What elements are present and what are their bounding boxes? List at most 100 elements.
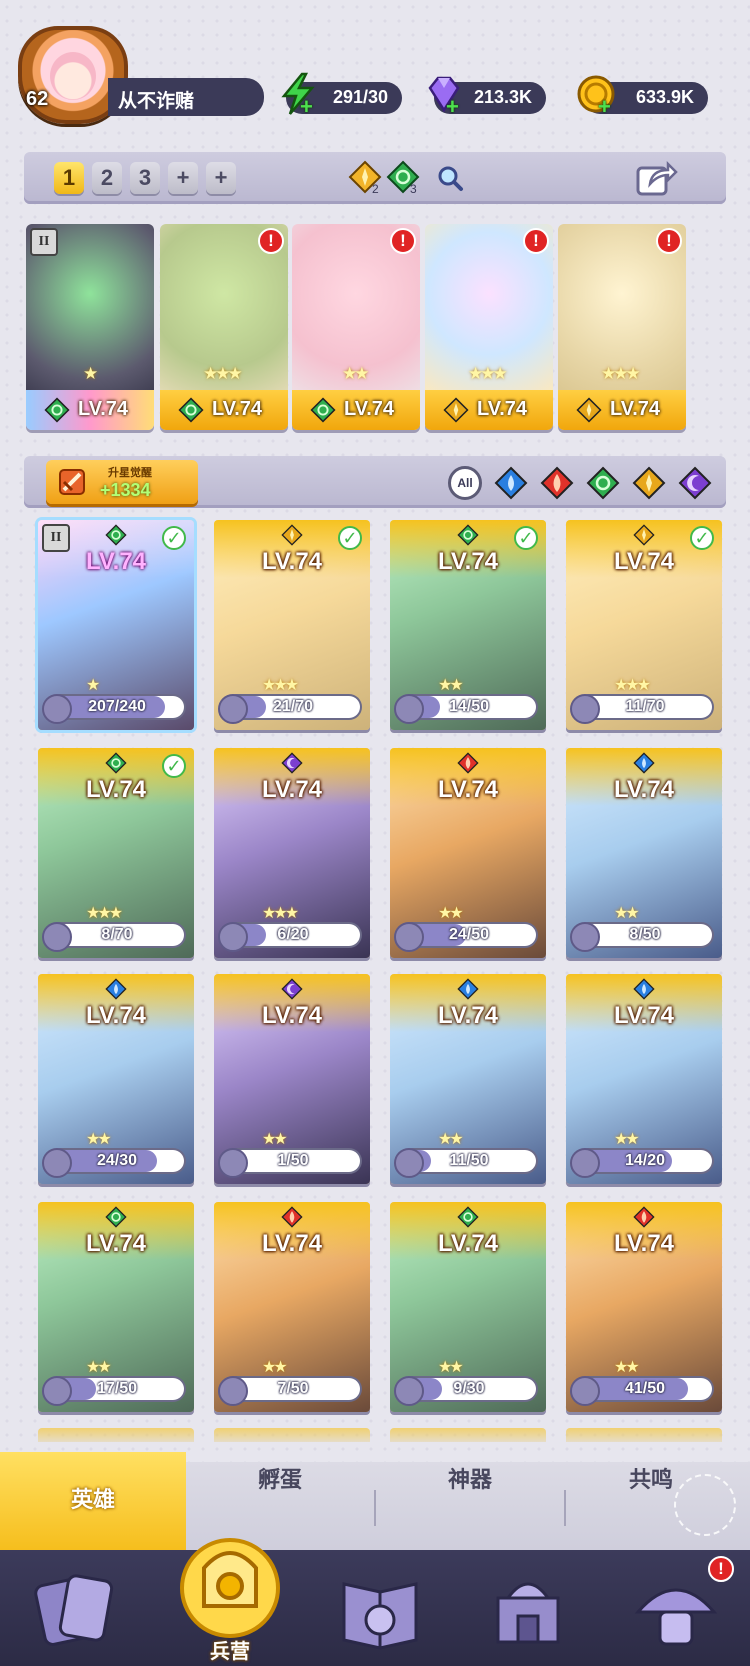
filter-all[interactable]: All: [448, 466, 482, 500]
nav-shrine[interactable]: [478, 1564, 578, 1656]
lineup-footer: LV.74: [425, 390, 553, 430]
lineup-stars: ★★: [342, 364, 370, 384]
lineup-stars: ★★★: [203, 364, 243, 384]
gem-value: 213.3K: [473, 87, 532, 107]
filter-fire-element-icon: [540, 466, 574, 500]
energy-value: 291/30: [332, 87, 388, 107]
hero-card[interactable]: LV.74 ★★ 11/50: [390, 974, 546, 1184]
hero-card[interactable]: LV.74 ★ 207/240 ✓ II: [38, 520, 194, 730]
shrine-icon: [496, 1582, 560, 1644]
shard-icon: [218, 1148, 248, 1178]
team-tab-add-2[interactable]: +: [206, 162, 236, 194]
ready-check-icon: ✓: [162, 526, 186, 550]
hero-level: LV.74: [261, 548, 323, 575]
hero-card[interactable]: LV.74 ★★ 14/20: [566, 974, 722, 1184]
nav-map[interactable]: [330, 1564, 430, 1656]
barracks-icon: [180, 1538, 280, 1638]
nav-barracks[interactable]: 兵营: [170, 1528, 290, 1666]
filter-fire[interactable]: [540, 466, 574, 500]
tab-heroes[interactable]: 英雄: [0, 1452, 186, 1550]
filter-light-element-icon: [632, 466, 666, 500]
nav-cards[interactable]: [26, 1564, 126, 1656]
lineup-slot-jade-knight[interactable]: LV.74 ★★★!: [160, 224, 288, 430]
lineup-slot-angel-spirit[interactable]: LV.74 ★★★!: [425, 224, 553, 430]
nav-mushroom-house[interactable]: !: [626, 1556, 734, 1656]
shard-icon: [218, 694, 248, 724]
hero-stars: ★★★: [614, 675, 651, 694]
shard-icon: [394, 1376, 424, 1406]
add-gold-icon[interactable]: +: [598, 96, 616, 118]
hero-card[interactable]: LV.74 ★★ 8/50: [566, 748, 722, 958]
team-tab-1[interactable]: 1: [54, 162, 84, 194]
card-nature-element-icon: [105, 524, 127, 546]
filter-nature-element-icon: [586, 466, 620, 500]
lineup-slot-blossom-girl[interactable]: LV.74 ★★!: [292, 224, 420, 430]
add-gem-icon[interactable]: +: [446, 96, 464, 118]
hero-card[interactable]: LV.74 ★★★ 21/70 ✓: [214, 520, 370, 730]
filter-light[interactable]: [632, 466, 666, 500]
team-tab-3[interactable]: 3: [130, 162, 160, 194]
hero-level: LV.74: [437, 1230, 499, 1257]
hero-card[interactable]: LV.74 ★★ 7/50: [214, 1202, 370, 1412]
awaken-value: +1334: [100, 480, 151, 500]
hero-card[interactable]: LV.74 ★★★ 11/70 ✓: [566, 520, 722, 730]
sub-tab-bar: 英雄 孵蛋 神器 共鸣: [0, 1452, 750, 1550]
share-icon[interactable]: [634, 158, 678, 198]
hero-stars: ★★: [86, 1357, 112, 1376]
search-icon[interactable]: [436, 164, 464, 192]
shard-icon: [394, 1148, 424, 1178]
lineup-slot-wolf-witch[interactable]: LV.74 ★ II: [26, 224, 154, 430]
alert-icon: !: [656, 228, 682, 254]
card-fire-element-icon: [457, 752, 479, 774]
team-tab-2[interactable]: 2: [92, 162, 122, 194]
floating-button[interactable]: [674, 1474, 736, 1536]
lineup-nature-element-icon: [44, 397, 70, 423]
alert-icon: !: [258, 228, 284, 254]
card-fire-element-icon: [281, 1206, 303, 1228]
hero-stars: ★★: [438, 903, 464, 922]
hero-card[interactable]: LV.74 ★★ 41/50: [566, 1202, 722, 1412]
hero-stars: ★★: [614, 1357, 640, 1376]
hero-card[interactable]: LV.74 ★★ 1/50: [214, 974, 370, 1184]
card-nature-element-icon: [457, 524, 479, 546]
hero-card[interactable]: LV.74 ★★★ 8/70 ✓: [38, 748, 194, 958]
hero-level: LV.74: [85, 1002, 147, 1029]
hero-card[interactable]: LV.74 ★★★ 6/20: [214, 748, 370, 958]
hero-stars: ★★: [614, 903, 640, 922]
hero-card[interactable]: LV.74 ★★ 17/50: [38, 1202, 194, 1412]
shard-icon: [42, 1148, 72, 1178]
card-dark-element-icon: [281, 752, 303, 774]
hero-stars: ★★: [438, 1129, 464, 1148]
filter-dark[interactable]: [678, 466, 712, 500]
alert-icon: !: [523, 228, 549, 254]
hero-stars: ★★: [262, 1129, 288, 1148]
top-bar: 62 从不诈赌 291/30 + 213.3K + 633.9K +: [0, 0, 750, 140]
player-level: 62: [26, 88, 49, 110]
tab-artifact[interactable]: 神器: [376, 1462, 564, 1550]
hero-level: LV.74: [437, 1002, 499, 1029]
awaken-button[interactable]: 升星觉醒 +1334: [46, 460, 198, 504]
lineup-light-element-icon: [576, 397, 602, 423]
add-energy-icon[interactable]: +: [300, 96, 318, 118]
lineup-level: LV.74: [77, 398, 129, 420]
hero-card[interactable]: LV.74 ★★ 24/30: [38, 974, 194, 1184]
hero-card[interactable]: LV.74 ★★ 9/30: [390, 1202, 546, 1412]
filter-nature[interactable]: [586, 466, 620, 500]
hero-level: LV.74: [85, 776, 147, 803]
hero-card[interactable]: LV.74 ★★ 14/50 ✓: [390, 520, 546, 730]
hero-card[interactable]: LV.74 ★★ 24/50: [390, 748, 546, 958]
filter-water-element-icon: [494, 466, 528, 500]
lineup-stars: ★★★: [468, 364, 508, 384]
hero-level: LV.74: [261, 1002, 323, 1029]
ready-check-icon: ✓: [338, 526, 362, 550]
player-name[interactable]: 从不诈赌: [108, 78, 264, 116]
hero-level: LV.74: [613, 1002, 675, 1029]
filter-water[interactable]: [494, 466, 528, 500]
shard-icon: [42, 1376, 72, 1406]
lineup-slot-viking-elder[interactable]: LV.74 ★★★!: [558, 224, 686, 430]
hero-stars: ★★★: [262, 903, 299, 922]
shard-icon: [394, 694, 424, 724]
team-tab-add-1[interactable]: +: [168, 162, 198, 194]
shard-icon: [570, 1376, 600, 1406]
shard-icon: [570, 1148, 600, 1178]
